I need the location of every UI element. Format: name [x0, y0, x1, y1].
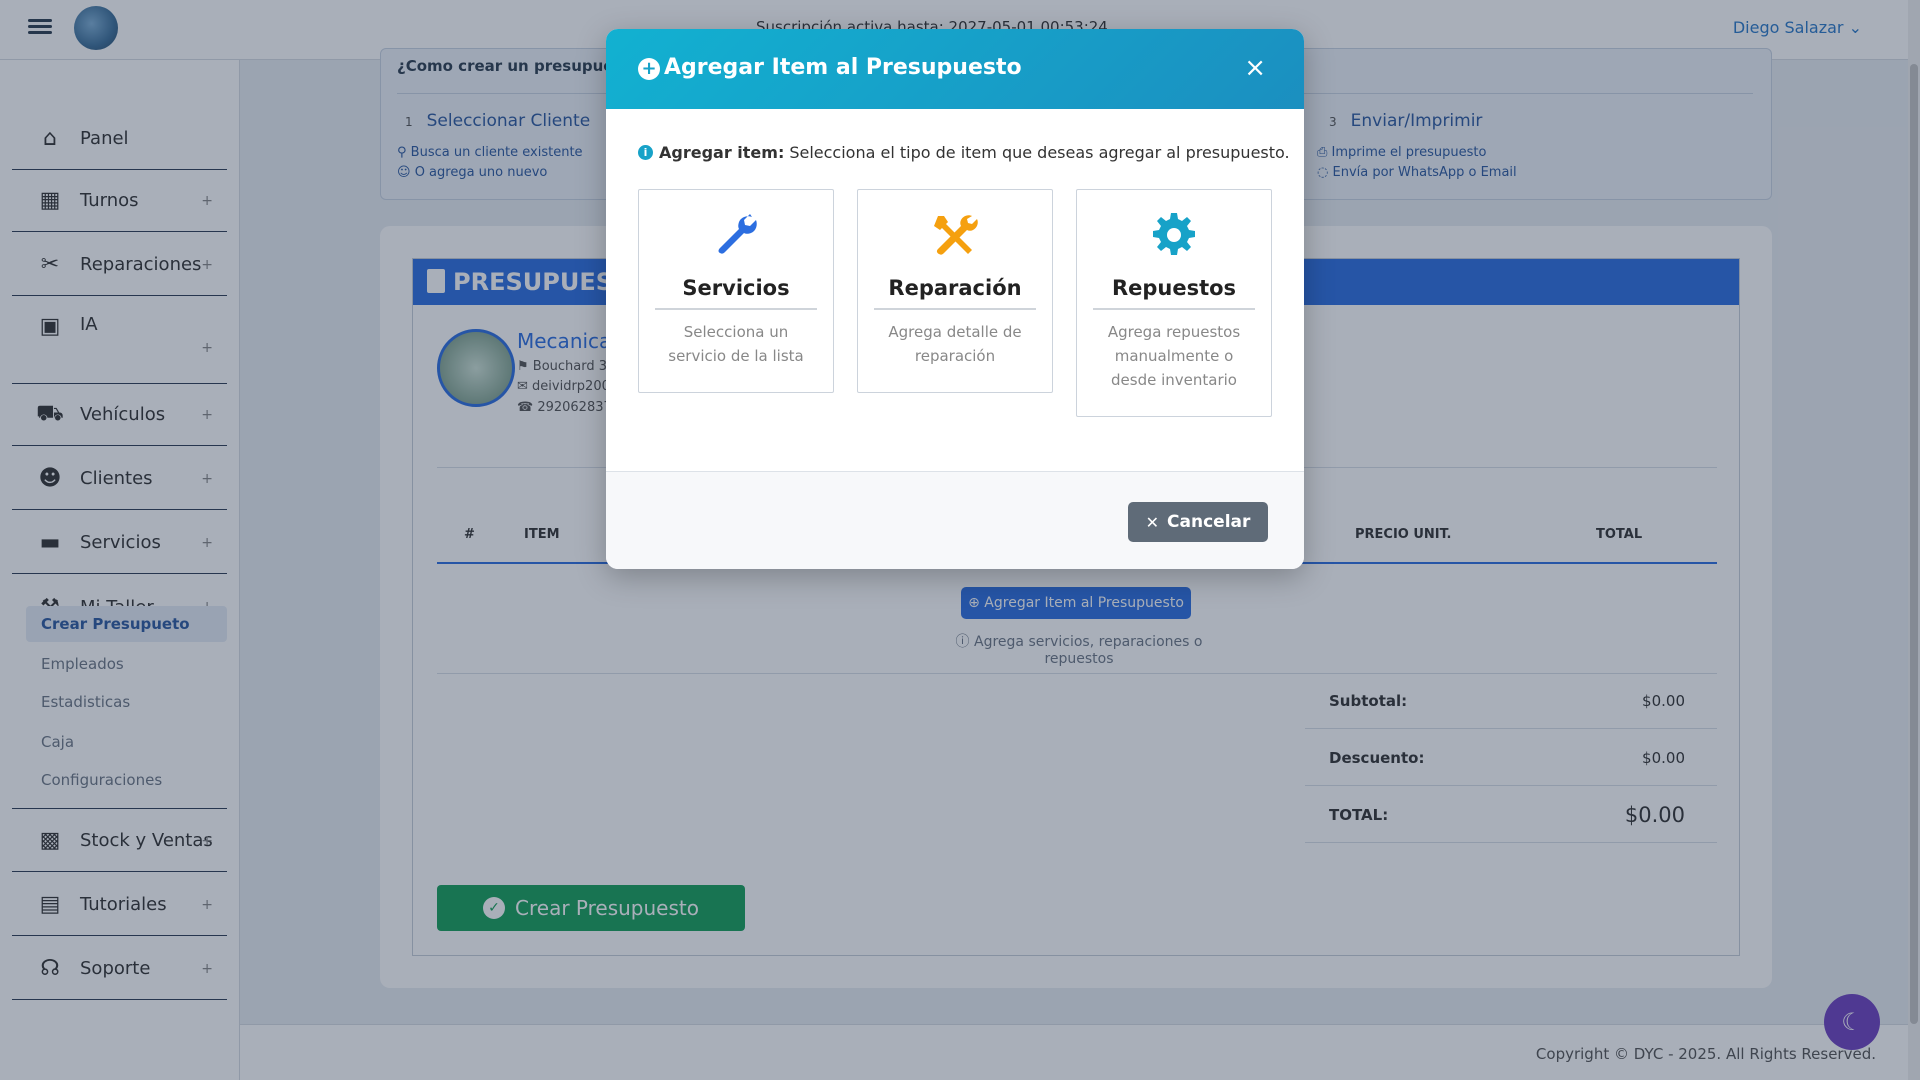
option-title: Reparación [874, 276, 1036, 310]
option-reparacion[interactable]: Reparación Agrega detalle de reparación [857, 189, 1053, 393]
modal-info-text: Selecciona el tipo de item que deseas ag… [789, 143, 1290, 162]
modal-info: i Agregar item: Selecciona el tipo de it… [638, 143, 1290, 162]
modal-footer: ✕ Cancelar [606, 471, 1304, 569]
close-icon: ✕ [1145, 512, 1160, 532]
gear-icon [1077, 210, 1271, 260]
close-icon[interactable]: × [1244, 55, 1266, 81]
modal-title: Agregar Item al Presupuesto [664, 55, 1022, 80]
option-servicios[interactable]: Servicios Selecciona un servicio de la l… [638, 189, 834, 393]
info-icon: i [638, 145, 653, 160]
modal-header: + Agregar Item al Presupuesto × [606, 29, 1304, 109]
option-repuestos[interactable]: Repuestos Agrega repuestos manualmente o… [1076, 189, 1272, 417]
cancel-button[interactable]: ✕ Cancelar [1128, 502, 1268, 542]
tools-icon [858, 210, 1052, 260]
plus-circle-icon: + [638, 58, 660, 80]
modal-info-bold: Agregar item: [659, 143, 785, 162]
option-title: Servicios [655, 276, 817, 310]
option-description: Selecciona un servicio de la lista [668, 323, 804, 365]
option-description: Agrega repuestos manualmente o desde inv… [1107, 323, 1241, 389]
cancel-label: Cancelar [1167, 512, 1251, 532]
wrench-icon [639, 210, 833, 260]
add-item-modal: + Agregar Item al Presupuesto × i Agrega… [606, 29, 1304, 569]
option-title: Repuestos [1093, 276, 1255, 310]
option-description: Agrega detalle de reparación [888, 323, 1022, 365]
